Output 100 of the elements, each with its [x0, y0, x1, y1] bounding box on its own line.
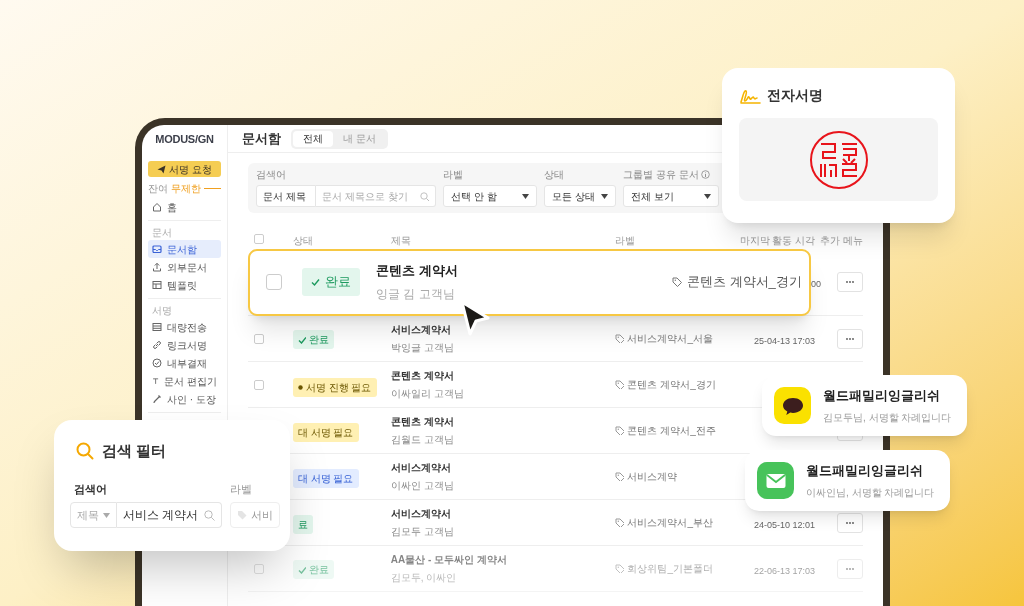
tag-icon — [672, 276, 683, 288]
column-header: 제목 — [390, 235, 411, 246]
status-badge: 완료 — [292, 560, 334, 579]
nav-item[interactable]: 홈 — [148, 198, 221, 216]
tag-icon — [615, 426, 625, 435]
check-icon — [297, 335, 306, 344]
timestamp: 00 — [811, 279, 821, 289]
remaining-label: 잔여 — [148, 182, 168, 196]
status-badge: 완료 — [302, 268, 360, 296]
document-title: 서비스계약서 — [390, 507, 452, 521]
more-button[interactable] — [837, 558, 863, 579]
request-signature-button[interactable]: 서명 요청 — [148, 161, 221, 177]
tag-icon — [615, 472, 625, 481]
tag-icon — [615, 518, 625, 527]
nav-item[interactable]: 대량전송 — [148, 318, 221, 336]
notification-title: 월드패밀리잉글리쉬 — [823, 387, 941, 406]
more-button[interactable] — [837, 512, 863, 533]
seal-stamp-drawing — [808, 129, 869, 190]
status-badge: 대 서명 필요 — [292, 422, 359, 442]
check-circle-icon — [152, 358, 162, 368]
more-icon — [846, 521, 854, 524]
field-label: 검색어 — [256, 168, 286, 182]
table-icon — [152, 322, 162, 332]
dropdown-icon — [103, 512, 110, 518]
tab[interactable]: 전체 — [293, 130, 333, 147]
check-icon — [311, 277, 322, 287]
notification-title: 월드패밀리잉글리쉬 — [806, 462, 924, 481]
dropdown[interactable]: 전체 보기 — [623, 185, 719, 207]
dropdown[interactable]: 선택 안 함 — [443, 185, 537, 207]
check-icon — [297, 565, 306, 574]
nav-item[interactable]: 템플릿 — [148, 276, 221, 294]
checkbox[interactable] — [254, 234, 264, 244]
recipient: 김모두 고객님 — [390, 525, 455, 539]
home-icon — [152, 202, 162, 212]
recipient: 김모두, 이싸인 — [390, 571, 458, 585]
field-label: 검색어 — [73, 481, 108, 497]
field-type-select[interactable]: 문서 제목 — [256, 185, 316, 207]
more-button[interactable] — [837, 328, 863, 349]
nav-item[interactable]: 링크서명 — [148, 336, 221, 354]
label-text: 회상위팀_기본폴더 — [627, 562, 713, 576]
recipient: 이싸인 고객님 — [390, 479, 455, 493]
checkbox[interactable] — [266, 274, 282, 290]
more-button[interactable] — [837, 272, 863, 292]
nav-item[interactable]: 내부결재 — [148, 354, 221, 372]
recipient: 김월드 고객님 — [390, 433, 455, 447]
timestamp: 22-06-13 17:03 — [754, 565, 816, 576]
document-title: 콘텐츠 계약서 — [376, 262, 459, 281]
column-header: 마지막 활동 시각 — [739, 235, 816, 246]
column-header: 상태 — [292, 235, 313, 246]
logo: MODUS/GN — [155, 131, 214, 147]
nav-item[interactable]: 외부문서 — [148, 258, 221, 276]
label-text: 콘텐츠 계약서_경기 — [687, 273, 802, 292]
card-title: 전자서명 — [767, 86, 823, 105]
card-title: 검색 필터 — [102, 441, 167, 461]
label-text: 서비스계약 — [627, 470, 678, 484]
document-title: 콘텐츠 계약서 — [390, 369, 455, 383]
status-badge: 료 — [292, 514, 313, 534]
label-text: 콘텐츠 계약서_전주 — [627, 424, 716, 438]
tag-icon — [237, 510, 248, 520]
tag-icon — [615, 564, 625, 573]
signature-icon — [739, 87, 761, 104]
status-badge: 대 서명 필요 — [292, 468, 359, 488]
nav-item[interactable]: 사인 · 도장 — [148, 390, 221, 408]
recipient: 박잉글 고객님 — [390, 341, 455, 355]
column-header: 추가 메뉴 — [820, 235, 863, 246]
paper-plane-icon — [157, 164, 167, 174]
dropdown-icon — [522, 193, 529, 199]
link-icon — [152, 340, 162, 350]
field-label: 라벨 — [230, 481, 254, 497]
inbox-icon — [152, 244, 162, 254]
layout-icon — [152, 280, 162, 290]
checkbox[interactable] — [254, 563, 264, 574]
checkbox[interactable] — [254, 379, 264, 390]
section-heading: 문서 — [151, 226, 173, 240]
page-title: 문서함 — [242, 129, 281, 148]
label-text: 서비스계약서_서울 — [627, 332, 713, 346]
field-label: 상태 — [544, 168, 564, 182]
timestamp: 25-04-13 17:03 — [754, 335, 816, 346]
field-label: 라벨 — [443, 168, 463, 182]
dropdown-icon — [704, 193, 711, 199]
notification-message: 김모두님, 서명할 차례입니다 — [823, 410, 952, 425]
timestamp: 24-05-10 12:01 — [754, 519, 816, 530]
more-icon — [846, 337, 854, 340]
recipient: 잉글 김 고객님 — [376, 285, 456, 303]
dropdown[interactable]: 모든 상태 — [544, 185, 616, 207]
pen-icon — [152, 394, 162, 404]
nav-item[interactable]: 문서 편집기 — [148, 372, 221, 390]
remaining-value: 무제한 — [171, 182, 201, 196]
label-text: 콘텐츠 계약서_경기 — [627, 378, 716, 392]
nav-item[interactable]: 문서함 — [148, 240, 221, 258]
recipient: 이싸일리 고객님 — [390, 387, 465, 401]
document-title: 서비스계약서 — [390, 461, 452, 475]
section-heading: 서명 — [151, 304, 173, 318]
tag-icon — [615, 334, 625, 343]
document-title: 서비스계약서 — [390, 323, 452, 337]
search-field[interactable]: 서비스 계약서 — [117, 502, 223, 528]
text-icon — [152, 376, 160, 386]
checkbox[interactable] — [254, 333, 264, 344]
document-title: 콘텐츠 계약서 — [390, 415, 455, 429]
upload-icon — [152, 262, 162, 272]
